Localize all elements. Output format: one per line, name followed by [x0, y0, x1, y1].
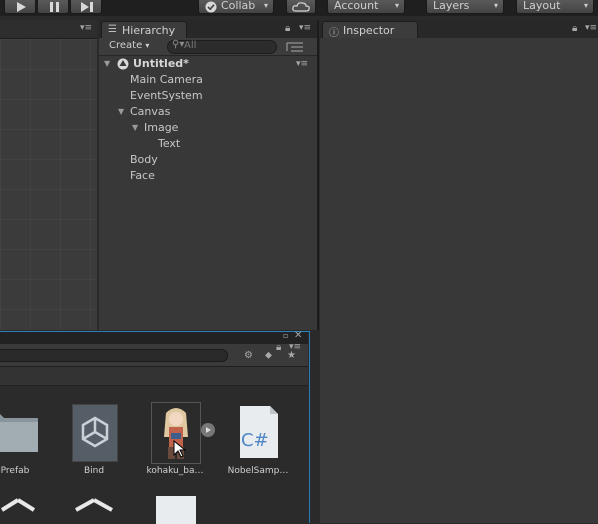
hierarchy-item-label: Text: [158, 137, 181, 150]
layers-dropdown[interactable]: Layers ▾: [426, 0, 504, 14]
lock-icon[interactable]: 🔒︎: [572, 23, 577, 34]
list-icon: ☰: [108, 24, 117, 35]
scene-name: Untitled*: [133, 57, 189, 70]
lock-icon[interactable]: 🔒︎: [285, 23, 290, 34]
expand-sprite-icon[interactable]: [200, 422, 216, 438]
collab-button[interactable]: Collab ▾: [198, 0, 274, 14]
play-icon: [17, 2, 26, 12]
tab-hierarchy-label: Hierarchy: [122, 24, 176, 37]
unity-scene-icon: [117, 58, 129, 70]
asset-file[interactable]: [156, 496, 196, 524]
asset-label: Bind: [83, 466, 105, 476]
info-icon: ⓘ: [329, 28, 339, 39]
project-search-input[interactable]: [0, 349, 228, 362]
scene-viewport[interactable]: [0, 39, 97, 330]
asset-label: NobelSamp…: [227, 466, 289, 476]
filter-by-type-icon[interactable]: ⚙: [244, 350, 253, 361]
hierarchy-search: ⚲▾: [167, 39, 277, 54]
hierarchy-panel: ☰ Hierarchy 🔒︎ ▾≡ Create ▾ ⚲▾ ▼ Untitled…: [99, 20, 319, 330]
project-panel: ▫ ✕ 🔒︎ ▾≡ ⚙ ⬥ ★ Prefab Bind kohaku_ba… C…: [0, 330, 310, 524]
chevron-down-icon: ▾: [583, 1, 588, 10]
expand-arrow-icon[interactable]: ▼: [132, 120, 138, 136]
hierarchy-item-label: Body: [130, 153, 158, 166]
step-button[interactable]: [70, 0, 102, 14]
unity-logo-icon[interactable]: [64, 496, 124, 524]
search-input[interactable]: [184, 40, 272, 51]
inspector-tabbar: ⓘ Inspector 🔒︎ ▾≡: [320, 20, 598, 39]
tab-inspector-label: Inspector: [343, 24, 395, 37]
collab-label: Collab: [221, 0, 256, 12]
lock-icon[interactable]: 🔒︎: [276, 342, 281, 353]
panel-menu-icon[interactable]: ▾≡: [585, 23, 597, 33]
expand-arrow-icon[interactable]: ▼: [118, 104, 124, 120]
pause-button[interactable]: [37, 0, 69, 14]
hierarchy-item-canvas[interactable]: ▼ Canvas: [99, 104, 317, 120]
mouse-cursor-icon: [173, 440, 187, 458]
chevron-down-icon: ▾: [493, 1, 498, 10]
layers-label: Layers: [433, 0, 470, 12]
panel-menu-icon[interactable]: ▾≡: [299, 23, 311, 33]
hierarchy-toolbar: Create ▾ ⚲▾: [99, 38, 317, 56]
layout-dropdown[interactable]: Layout ▾: [516, 0, 594, 14]
unity-logo-icon: [81, 416, 109, 448]
account-dropdown[interactable]: Account ▾: [327, 0, 405, 14]
unity-logo-icon[interactable]: [0, 496, 40, 524]
folder-icon: [0, 414, 38, 452]
csharp-glyph: C#: [241, 430, 269, 451]
asset-label: kohaku_ba…: [146, 466, 204, 476]
scene-root-row[interactable]: ▼ Untitled* ▾≡: [99, 56, 317, 72]
cloud-icon: [292, 2, 310, 12]
pause-icon: [50, 2, 59, 12]
step-icon: [81, 2, 93, 12]
hierarchy-item-image[interactable]: ▼ Image: [99, 120, 317, 136]
create-label: Create: [109, 40, 143, 51]
hierarchy-item-main-camera[interactable]: Main Camera: [99, 72, 317, 88]
hierarchy-item-label: Image: [144, 121, 179, 134]
asset-nobelsample-script[interactable]: C#: [238, 404, 280, 460]
chevron-down-icon: ▾: [394, 1, 399, 10]
filter-by-label-icon[interactable]: ⬥: [265, 350, 272, 361]
hierarchy-item-text[interactable]: Text: [99, 136, 317, 152]
hierarchy-item-label: Face: [130, 169, 155, 182]
tab-hierarchy[interactable]: ☰ Hierarchy: [101, 21, 187, 38]
account-label: Account: [334, 0, 379, 12]
layout-label: Layout: [523, 0, 561, 12]
chevron-down-icon: ▾: [145, 41, 150, 50]
hierarchy-item-body[interactable]: Body: [99, 152, 317, 168]
main-toolbar: Collab ▾ Account ▾ Layers ▾ Layout ▾: [0, 0, 598, 16]
favorite-star-icon[interactable]: ★: [287, 350, 296, 361]
tab-inspector[interactable]: ⓘ Inspector: [322, 21, 418, 39]
hierarchy-item-label: Canvas: [130, 105, 171, 118]
project-breadcrumb-bar: [0, 367, 308, 386]
scene-panel: ▾≡: [0, 20, 97, 330]
scene-menu-icon[interactable]: ▾≡: [296, 56, 308, 72]
chevron-down-icon: ▾: [263, 1, 268, 10]
close-icon[interactable]: ✕: [294, 330, 302, 341]
play-button[interactable]: [4, 0, 36, 14]
project-titlebar: ▫ ✕: [0, 330, 308, 344]
create-dropdown[interactable]: Create ▾: [109, 40, 149, 51]
panel-menu-icon[interactable]: ▾≡: [80, 23, 92, 33]
project-toolbar: 🔒︎ ▾≡ ⚙ ⬥ ★: [0, 342, 308, 367]
inspector-panel: ⓘ Inspector 🔒︎ ▾≡: [320, 20, 598, 523]
asset-prefab-folder[interactable]: [0, 402, 42, 458]
scene-tabbar: ▾≡: [0, 20, 97, 39]
search-icon: ⚲▾: [172, 39, 185, 50]
asset-label: Prefab: [0, 466, 30, 476]
hierarchy-item-face[interactable]: Face: [99, 168, 317, 184]
checkmark-icon: [205, 1, 217, 13]
hierarchy-item-label: EventSystem: [130, 89, 203, 102]
hierarchy-item-eventsystem[interactable]: EventSystem: [99, 88, 317, 104]
hierarchy-tabbar: ☰ Hierarchy 🔒︎ ▾≡: [99, 20, 317, 38]
expand-arrow-icon[interactable]: ▼: [104, 56, 110, 72]
hierarchy-item-label: Main Camera: [130, 73, 203, 86]
scene-filter-icon[interactable]: [285, 40, 305, 53]
asset-bind[interactable]: [72, 404, 118, 462]
cloud-button[interactable]: [286, 0, 316, 14]
maximize-icon[interactable]: ▫: [283, 331, 288, 340]
